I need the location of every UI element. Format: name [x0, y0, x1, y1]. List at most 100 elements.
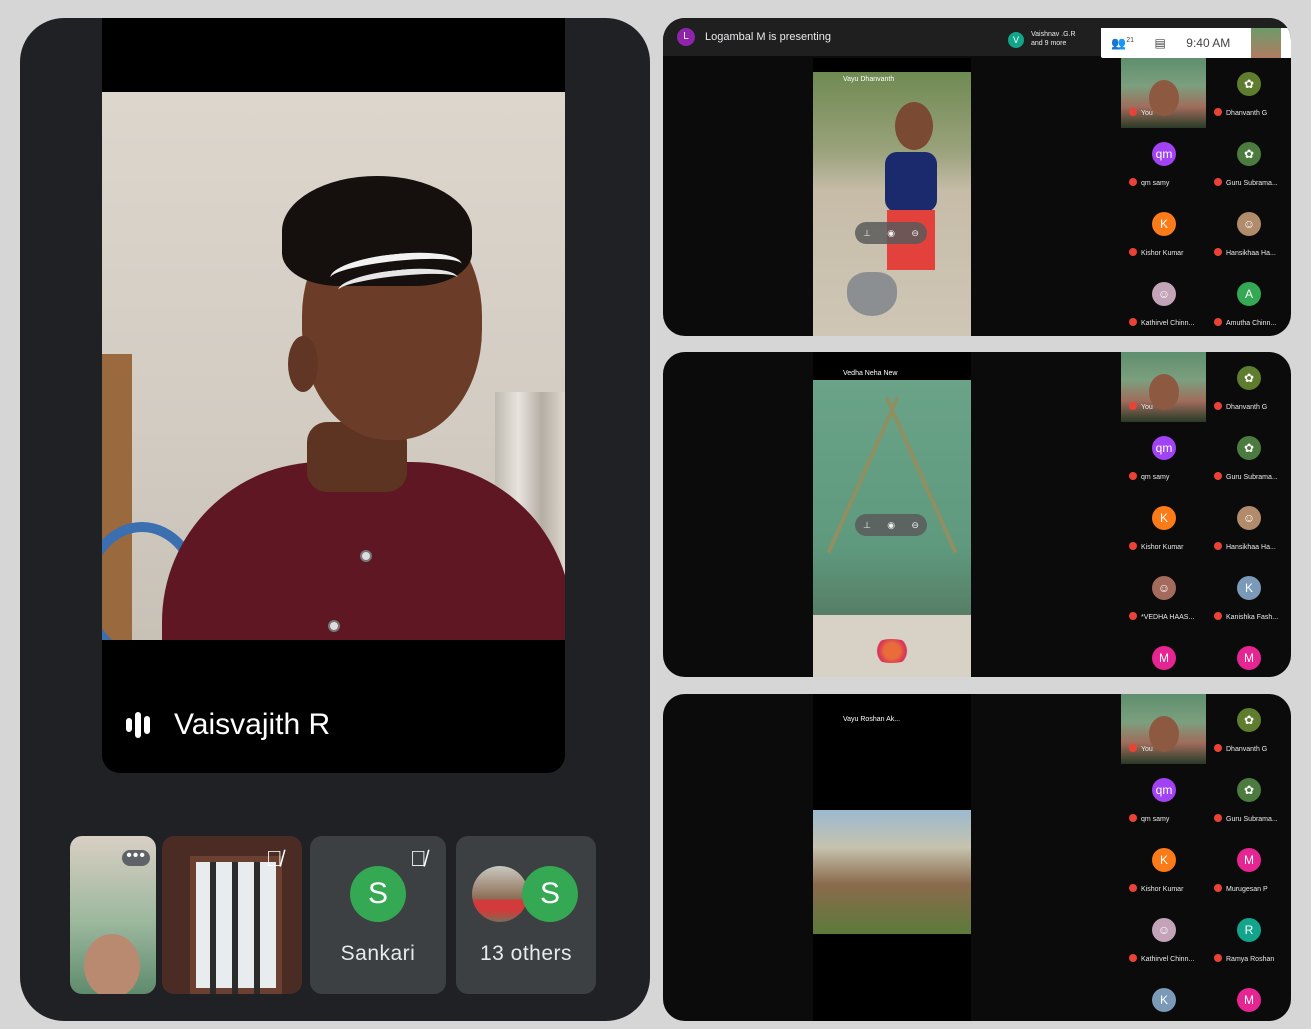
participant-name: *VEDHA HAAS... [1129, 612, 1205, 621]
shared-screen: ⊥ ◉ ⊖ Vayu Dhanvanth [813, 58, 971, 336]
others-tile[interactable]: S 13 others [456, 836, 596, 994]
self-participant-tile[interactable]: You [1121, 352, 1206, 422]
avatar: M [1152, 646, 1176, 670]
avatar: A [1237, 282, 1261, 306]
participant-name: Guru Subrama... [1214, 178, 1290, 187]
participant-tile[interactable]: ☺ Hansikhaa Ha... [1206, 492, 1291, 562]
avatar: ☺ [1152, 576, 1176, 600]
presenter-avatar: L [677, 28, 695, 46]
participant-tile[interactable]: ☺ *VEDHA HAAS... [1121, 562, 1206, 632]
participant-name: Kishor Kumar [1129, 542, 1205, 551]
meeting-screenshot-2: ⊥ ◉ ⊖ Vedha Neha New You ✿ Dhanvanth G qm qm s… [663, 352, 1291, 677]
people-icon[interactable]: 👥21 [1111, 36, 1134, 50]
shared-image: ⊥ ◉ ⊖ [813, 72, 971, 336]
self-participant-tile[interactable]: You [1121, 58, 1206, 128]
meeting-screenshot-1: L Logambal M is presenting V Vaishnav .G… [663, 18, 1291, 336]
avatar: ✿ [1237, 72, 1261, 96]
participant-name: Sankari [340, 942, 416, 965]
participant-tile[interactable]: ☺ Hansikhaa Ha... [1206, 198, 1291, 268]
participant-tile[interactable]: K Kanishka Fash... [1206, 562, 1291, 632]
viewer-avatar: V [1008, 32, 1024, 48]
participant-tile[interactable]: ✿ Guru Subrama... [1206, 128, 1291, 198]
participant-tile[interactable]: ☺ Kathirvel Chinn... [1121, 904, 1206, 974]
shared-screen: Vayu Roshan Ak... [813, 694, 971, 1021]
shared-title: Vedha Neha New [843, 370, 898, 377]
participant-tile[interactable]: ☺ Kathirvel Chinn... [1121, 268, 1206, 336]
participant-name: Hansikhaa Ha... [1214, 248, 1290, 257]
avatar: qm [1152, 142, 1176, 166]
participant-name: Kathirvel Chinn... [1129, 318, 1205, 327]
avatar: S [522, 866, 578, 922]
pin-icon[interactable]: ⊥ [863, 520, 871, 531]
participant-name: Dhanvanth G [1214, 402, 1290, 411]
participant-tile[interactable]: qm qm samy [1121, 422, 1206, 492]
speaker-name: Vaisvajith R [174, 708, 331, 741]
avatar: ✿ [1237, 142, 1261, 166]
avatar: S [350, 866, 406, 922]
participant-name: Guru Subrama... [1214, 814, 1290, 823]
minus-icon[interactable]: ⊖ [911, 228, 919, 239]
avatar: K [1152, 506, 1176, 530]
participant-tile[interactable]: K Kishor Kumar [1121, 834, 1206, 904]
participant-tile[interactable]: M Murugesan P [1206, 834, 1291, 904]
participant-tile[interactable]: qm qm samy [1121, 764, 1206, 834]
avatar: ☺ [1152, 282, 1176, 306]
participant-name: Dhanvanth G [1214, 108, 1290, 117]
minus-icon[interactable]: ⊖ [911, 520, 919, 531]
participant-tile[interactable]: ✿ Guru Subrama... [1206, 422, 1291, 492]
meeting-toolbar: 👥21 ▤ 9:40 AM [1101, 28, 1291, 58]
avatar: ✿ [1237, 366, 1261, 390]
playback-controls[interactable]: ⊥ ◉ ⊖ [855, 514, 927, 536]
participant-tile[interactable]: K Kishor Kumar [1121, 198, 1206, 268]
clock-time: 9:40 AM [1186, 36, 1231, 50]
avatar: ✿ [1237, 436, 1261, 460]
participant-tile[interactable]: M [1206, 974, 1291, 1021]
participant-tile[interactable]: ✿ Guru Subrama... [1206, 764, 1291, 834]
speaker-name-bar: Vaisvajith R [126, 708, 330, 742]
avatar: K [1237, 576, 1261, 600]
participant-name: qm samy [1129, 814, 1205, 823]
participant-name: Amutha Chinn... [1214, 318, 1290, 327]
self-thumbnail[interactable] [1250, 28, 1281, 58]
self-view-tile[interactable]: ••• [70, 836, 156, 994]
shared-image [813, 810, 971, 934]
speaker-video [102, 92, 565, 640]
participant-name: Kishor Kumar [1129, 248, 1205, 257]
participant-name: You [1129, 744, 1205, 753]
participant-tile[interactable]: M [1206, 632, 1291, 677]
avatar: M [1237, 848, 1261, 872]
participant-name: Murugesan P [1214, 884, 1290, 893]
participant-video-tile[interactable]: 🎙̸ [162, 836, 302, 994]
others-count-label: 13 others [479, 942, 573, 965]
avatar: ☺ [1237, 506, 1261, 530]
participant-tile[interactable]: K Kishor Kumar [1121, 492, 1206, 562]
meeting-screenshot-3: Vayu Roshan Ak... You ✿ Dhanvanth G qm qm sa… [663, 694, 1291, 1021]
mic-icon[interactable]: ◉ [887, 520, 895, 531]
participant-tile[interactable]: R Ramya Roshan [1206, 904, 1291, 974]
participant-tile[interactable]: ✿ Dhanvanth G [1206, 352, 1291, 422]
chat-icon[interactable]: ▤ [1154, 36, 1165, 50]
participant-tile[interactable]: ✿ Dhanvanth G [1206, 58, 1291, 128]
active-speaker-tile[interactable]: Vaisvajith R [102, 18, 565, 773]
participant-tile-sankari[interactable]: 🎙̸ S Sankari [310, 836, 446, 994]
shared-title: Vayu Dhanvanth [843, 76, 895, 83]
participant-tile[interactable]: qm qm samy [1121, 128, 1206, 198]
avatar: ✿ [1237, 778, 1261, 802]
participant-tile[interactable]: A Amutha Chinn... [1206, 268, 1291, 336]
participant-name: qm samy [1129, 178, 1205, 187]
self-participant-tile[interactable]: You [1121, 694, 1206, 764]
participant-tile[interactable]: ✿ Dhanvanth G [1206, 694, 1291, 764]
participant-tile[interactable]: M [1121, 632, 1206, 677]
more-options-icon[interactable]: ••• [122, 848, 150, 866]
pin-icon[interactable]: ⊥ [863, 228, 871, 239]
participant-tile[interactable]: K [1121, 974, 1206, 1021]
mic-off-icon: 🎙̸ [410, 846, 427, 871]
avatar: ☺ [1152, 918, 1176, 942]
playback-controls[interactable]: ⊥ ◉ ⊖ [855, 222, 927, 244]
avatar: M [1237, 646, 1261, 670]
mic-icon[interactable]: ◉ [887, 228, 895, 239]
avatar [472, 866, 528, 922]
avatar: K [1152, 848, 1176, 872]
participant-name: Kathirvel Chinn... [1129, 954, 1205, 963]
avatar: qm [1152, 778, 1176, 802]
